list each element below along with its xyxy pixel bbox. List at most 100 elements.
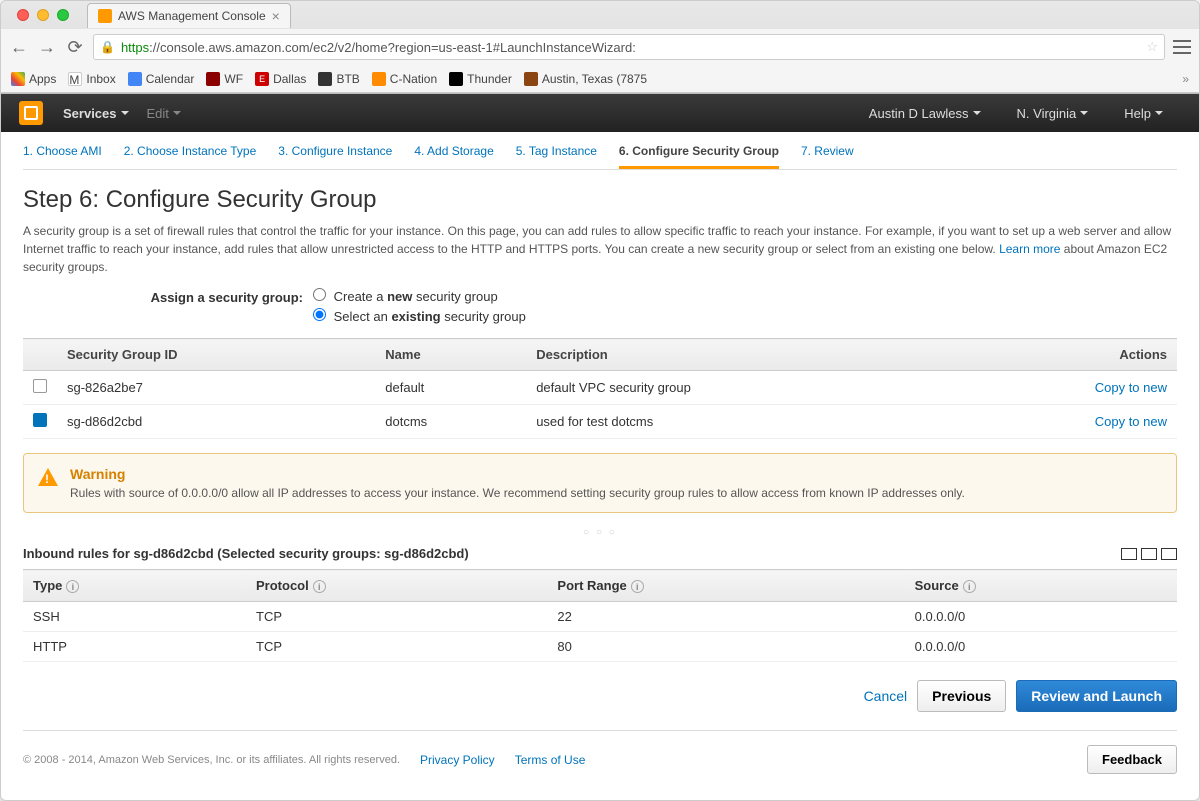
bookmark-cnation[interactable]: C-Nation — [372, 72, 437, 86]
col-source[interactable]: Sourcei — [905, 570, 1177, 602]
security-groups-table: Security Group ID Name Description Actio… — [23, 338, 1177, 439]
view-icon-2[interactable] — [1141, 548, 1157, 560]
wizard-step-2[interactable]: 2. Choose Instance Type — [124, 144, 257, 169]
view-icon-1[interactable] — [1121, 548, 1137, 560]
terms-of-use-link[interactable]: Terms of Use — [515, 753, 586, 767]
row-checkbox[interactable] — [33, 413, 47, 427]
warning-text: Rules with source of 0.0.0.0/0 allow all… — [70, 486, 965, 500]
col-type[interactable]: Typei — [23, 570, 246, 602]
bookmark-apps[interactable]: Apps — [11, 72, 56, 86]
page-footer: © 2008 - 2014, Amazon Web Services, Inc.… — [23, 731, 1177, 788]
copy-to-new-link[interactable]: Copy to new — [1095, 414, 1167, 429]
wizard-step-1[interactable]: 1. Choose AMI — [23, 144, 102, 169]
nav-help[interactable]: Help — [1124, 106, 1163, 121]
radio-select-existing[interactable] — [313, 308, 326, 321]
aws-logo-icon[interactable] — [19, 101, 43, 125]
maximize-window-button[interactable] — [57, 9, 69, 21]
row-checkbox[interactable] — [33, 379, 47, 393]
wizard-step-5[interactable]: 5. Tag Instance — [516, 144, 597, 169]
sg-name-cell: default — [375, 371, 526, 405]
inbound-rules-title: Inbound rules for sg-d86d2cbd (Selected … — [23, 546, 469, 561]
bookmark-austin[interactable]: Austin, Texas (7875 — [524, 72, 647, 86]
window-controls — [9, 9, 77, 21]
wizard-step-7[interactable]: 7. Review — [801, 144, 854, 169]
review-and-launch-button[interactable]: Review and Launch — [1016, 680, 1177, 712]
wizard-step-3[interactable]: 3. Configure Instance — [278, 144, 392, 169]
action-buttons: Cancel Previous Review and Launch — [23, 662, 1177, 731]
col-port[interactable]: Port Rangei — [547, 570, 904, 602]
warning-box: Warning Rules with source of 0.0.0.0/0 a… — [23, 453, 1177, 513]
wizard-step-6[interactable]: 6. Configure Security Group — [619, 144, 779, 169]
sg-desc-cell: used for test dotcms — [526, 405, 952, 439]
chevron-down-icon — [173, 111, 181, 115]
info-icon[interactable]: i — [313, 580, 326, 593]
copy-to-new-link[interactable]: Copy to new — [1095, 380, 1167, 395]
bookmarks-bar: Apps MInbox Calendar WF EDallas BTB C-Na… — [1, 65, 1199, 93]
minimize-window-button[interactable] — [37, 9, 49, 21]
thunder-icon — [449, 72, 463, 86]
feedback-button[interactable]: Feedback — [1087, 745, 1177, 774]
bookmark-calendar[interactable]: Calendar — [128, 72, 195, 86]
col-sg-desc[interactable]: Description — [526, 339, 952, 371]
bookmark-thunder[interactable]: Thunder — [449, 72, 512, 86]
sg-name-cell: dotcms — [375, 405, 526, 439]
url-scheme: https — [121, 40, 149, 55]
bookmarks-overflow-icon[interactable]: » — [1182, 72, 1189, 86]
sg-id-cell: sg-d86d2cbd — [57, 405, 375, 439]
bookmark-inbox[interactable]: MInbox — [68, 72, 115, 86]
warning-title: Warning — [70, 466, 965, 482]
col-sg-id[interactable]: Security Group ID — [57, 339, 375, 371]
close-tab-icon[interactable]: × — [272, 8, 280, 24]
bookmark-star-icon[interactable]: ☆ — [1146, 39, 1158, 55]
nav-services[interactable]: Services — [63, 106, 129, 121]
option-create-new[interactable]: Create a new security group — [313, 288, 526, 304]
dallas-icon: E — [255, 72, 269, 86]
col-protocol[interactable]: Protocoli — [246, 570, 547, 602]
forward-button[interactable]: → — [37, 37, 57, 57]
browser-window: AWS Management Console × ← → ⟳ 🔒 https :… — [0, 0, 1200, 801]
info-icon[interactable]: i — [963, 580, 976, 593]
privacy-policy-link[interactable]: Privacy Policy — [420, 753, 495, 767]
table-row[interactable]: sg-826a2be7 default default VPC security… — [23, 371, 1177, 405]
previous-button[interactable]: Previous — [917, 680, 1006, 712]
info-icon[interactable]: i — [631, 580, 644, 593]
col-sg-name[interactable]: Name — [375, 339, 526, 371]
cancel-button[interactable]: Cancel — [864, 688, 908, 704]
radio-create-new[interactable] — [313, 288, 326, 301]
back-button[interactable]: ← — [9, 37, 29, 57]
close-window-button[interactable] — [17, 9, 29, 21]
address-bar[interactable]: 🔒 https ://console.aws.amazon.com/ec2/v2… — [93, 34, 1165, 60]
rule-protocol: TCP — [246, 632, 547, 662]
bookmark-wf[interactable]: WF — [206, 72, 243, 86]
sg-desc-cell: default VPC security group — [526, 371, 952, 405]
calendar-icon — [128, 72, 142, 86]
wizard-step-4[interactable]: 4. Add Storage — [414, 144, 493, 169]
nav-user[interactable]: Austin D Lawless — [869, 106, 981, 121]
reload-button[interactable]: ⟳ — [65, 37, 85, 57]
bookmark-dallas[interactable]: EDallas — [255, 72, 306, 86]
url-path: ://console.aws.amazon.com/ec2/v2/home?re… — [149, 40, 636, 55]
rule-row: HTTP TCP 80 0.0.0.0/0 — [23, 632, 1177, 662]
chevron-down-icon — [1155, 111, 1163, 115]
browser-tab[interactable]: AWS Management Console × — [87, 3, 291, 28]
chevron-down-icon — [1080, 111, 1088, 115]
chevron-down-icon — [973, 111, 981, 115]
rule-protocol: TCP — [246, 602, 547, 632]
pane-resize-handle[interactable]: ○ ○ ○ — [23, 527, 1177, 538]
info-icon[interactable]: i — [66, 580, 79, 593]
nav-edit[interactable]: Edit — [147, 106, 181, 121]
rule-type: SSH — [23, 602, 246, 632]
gmail-icon: M — [68, 72, 82, 86]
inbound-rules-table: Typei Protocoli Port Rangei Sourcei SSH … — [23, 569, 1177, 662]
view-icon-3[interactable] — [1161, 548, 1177, 560]
wizard-steps: 1. Choose AMI 2. Choose Instance Type 3.… — [23, 144, 1177, 170]
nav-region[interactable]: N. Virginia — [1017, 106, 1089, 121]
bookmark-btb[interactable]: BTB — [318, 72, 359, 86]
learn-more-link[interactable]: Learn more — [999, 242, 1060, 256]
option-select-existing[interactable]: Select an existing security group — [313, 308, 526, 324]
hamburger-menu-icon[interactable] — [1173, 40, 1191, 54]
rule-type: HTTP — [23, 632, 246, 662]
aws-favicon — [98, 9, 112, 23]
lock-icon: 🔒 — [100, 40, 115, 54]
table-row[interactable]: sg-d86d2cbd dotcms used for test dotcms … — [23, 405, 1177, 439]
